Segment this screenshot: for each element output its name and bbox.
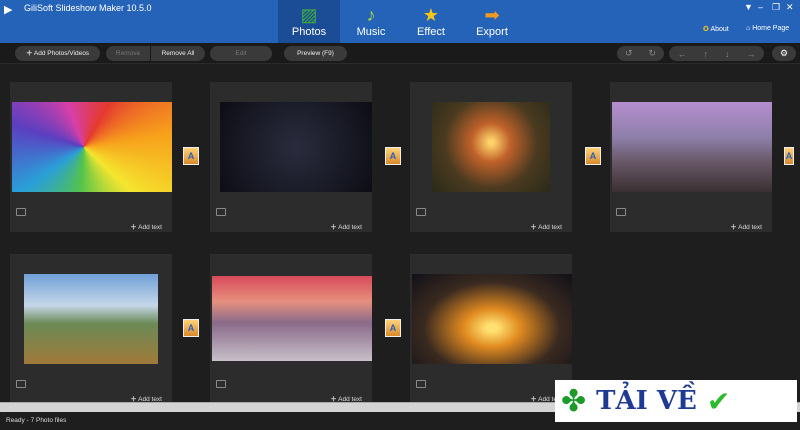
app-title: GiliSoft Slideshow Maker 10.5.0 (24, 3, 152, 13)
rotate-group: ↺ ↻ (617, 46, 664, 61)
image-icon (216, 208, 226, 216)
transition-icon[interactable]: A (784, 147, 794, 165)
rotate-right-icon[interactable]: ↻ (648, 48, 656, 59)
photo-card[interactable]: ＋ Add text (610, 82, 772, 232)
photo-card[interactable]: ＋ Add text (410, 82, 572, 232)
status-text: Ready - 7 Photo files (6, 417, 67, 424)
move-down-icon[interactable]: ↓ (725, 49, 730, 59)
remove-all-button[interactable]: Remove All (151, 46, 205, 61)
photo-thumbnail (412, 274, 572, 364)
photo-thumbnail (212, 276, 372, 361)
tab-photos[interactable]: ▨ Photos (278, 0, 340, 43)
add-text-button[interactable]: ＋ Add text (330, 221, 362, 231)
maximize-icon[interactable]: ❐ (772, 2, 780, 13)
photo-thumbnail (220, 102, 372, 192)
photo-thumbnail (432, 102, 550, 192)
toolbar: ＋ Add Photos/Videos Remove Remove All Ed… (0, 43, 800, 64)
close-icon[interactable]: ✕ (786, 2, 794, 13)
clover-icon: ✤ (561, 384, 587, 418)
tab-label: Export (476, 26, 508, 38)
magic-wand-icon: ★ (422, 5, 440, 25)
music-note-icon: ♪ (366, 5, 376, 25)
gear-icon: ⚙ (779, 48, 789, 58)
tab-music[interactable]: ♪ Music (340, 0, 402, 43)
add-label: Add Photos/Videos (33, 50, 90, 57)
photo-card[interactable]: ＋ Add text (210, 254, 372, 404)
tab-label: Effect (417, 26, 445, 38)
photo-card[interactable]: ＋ Add text (10, 254, 172, 404)
preview-button[interactable]: Preview (F9) (284, 46, 347, 61)
app-logo-icon: ▶ (4, 4, 13, 16)
settings-button[interactable]: ⚙ (772, 46, 796, 61)
menu-dropdown-icon[interactable]: ▼ (744, 2, 753, 12)
image-icon (416, 208, 426, 216)
transition-icon[interactable]: A (183, 147, 199, 165)
tab-export[interactable]: ➡ Export (461, 0, 523, 43)
about-icon: ✪ (703, 26, 709, 33)
photos-icon: ▨ (300, 5, 318, 25)
add-text-button[interactable]: ＋ Add text (130, 221, 162, 231)
photo-thumbnail (612, 102, 772, 192)
transition-icon[interactable]: A (385, 147, 401, 165)
transition-icon[interactable]: A (585, 147, 601, 165)
tab-label: Music (356, 26, 386, 38)
photo-card[interactable]: ＋ Add text (210, 82, 372, 232)
image-icon (416, 380, 426, 388)
image-icon (16, 208, 26, 216)
photo-thumbnail (12, 102, 172, 192)
move-up-icon[interactable]: ↑ (704, 49, 709, 59)
title-bar: ▶ GiliSoft Slideshow Maker 10.5.0 ▨ Photo… (0, 0, 800, 43)
watermark-text: TẢI VỀ (596, 386, 697, 416)
rotate-left-icon[interactable]: ↺ (625, 48, 633, 59)
checkmark-icon: ✔ (706, 385, 731, 417)
minimize-icon[interactable]: – (758, 2, 763, 12)
move-group: ← ↑ ↓ → (669, 46, 764, 61)
image-icon (216, 380, 226, 388)
plus-icon: ＋ (25, 50, 33, 57)
watermark-logo: ✤ TẢI VỀ ✔ (555, 380, 797, 422)
image-icon (16, 380, 26, 388)
remove-button[interactable]: Remove (106, 46, 150, 61)
arrow-right-icon: ➡ (484, 5, 500, 25)
photo-thumbnail (24, 274, 158, 364)
photo-card[interactable]: ＋ Add text (10, 82, 172, 232)
photo-card[interactable]: ＋ Add text (410, 254, 572, 404)
tab-label: Photos (291, 26, 327, 38)
move-right-icon[interactable]: → (747, 49, 756, 59)
add-text-button[interactable]: ＋ Add text (730, 221, 762, 231)
tab-effect[interactable]: ★ Effect (400, 0, 462, 43)
image-icon (616, 208, 626, 216)
add-photos-button[interactable]: ＋ Add Photos/Videos (15, 46, 100, 61)
transition-icon[interactable]: A (385, 319, 401, 337)
home-label: Home Page (752, 25, 790, 32)
scroll-left-icon[interactable]: ‹ (0, 411, 5, 418)
about-label: About (710, 26, 729, 33)
add-text-button[interactable]: ＋ Add text (530, 221, 562, 231)
edit-button[interactable]: Edit (210, 46, 272, 61)
move-left-icon[interactable]: ← (678, 49, 687, 59)
about-link[interactable]: ✪ About (703, 25, 729, 33)
home-icon: ⌂ (746, 25, 751, 32)
transition-icon[interactable]: A (183, 319, 199, 337)
home-page-link[interactable]: ⌂ Home Page (746, 25, 789, 32)
